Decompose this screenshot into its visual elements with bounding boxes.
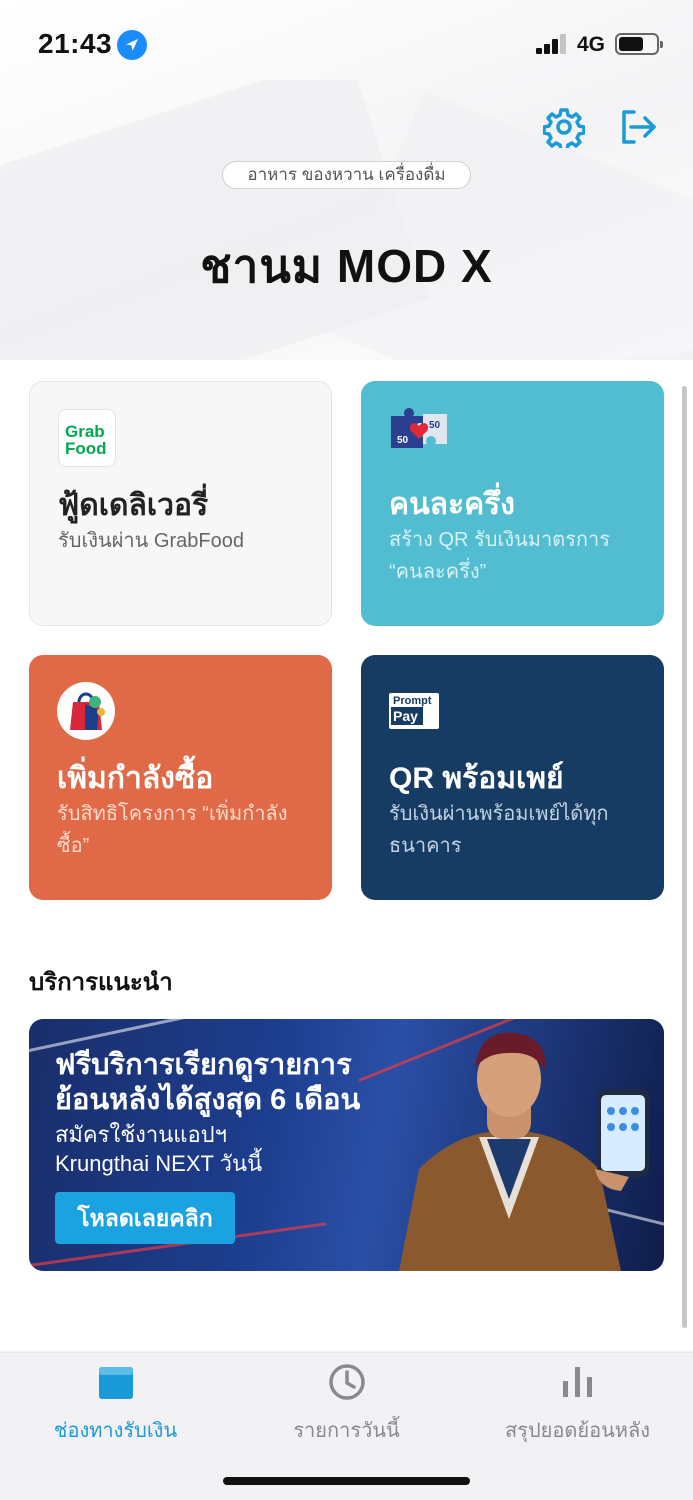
scrollbar[interactable] [682, 386, 687, 1328]
tab-label: สรุปยอดย้อนหลัง [505, 1420, 650, 1442]
promptpay-card[interactable]: Prompt Pay QR พร้อมเพย์ รับเงินผ่านพร้อม… [361, 655, 664, 900]
tab-today-transactions[interactable]: รายการวันนี้ [231, 1353, 462, 1453]
wallet-icon [97, 1363, 135, 1401]
logout-icon[interactable] [617, 106, 659, 148]
card-subtitle: รับเงินผ่านพร้อมเพย์ได้ทุกธนาคาร [389, 803, 609, 857]
svg-text:50: 50 [429, 420, 441, 431]
signal-strength-icon [536, 34, 568, 54]
banner-subtext: Krungthai NEXT วันนี้ [55, 1151, 263, 1176]
banner-download-button[interactable]: โหลดเลยคลิก [55, 1192, 235, 1244]
puzzle-heart-icon: 50 50 [389, 408, 447, 466]
card-title: ฟู้ดเดลิเวอรี่ [58, 489, 209, 522]
bar-chart-icon [559, 1363, 597, 1401]
shop-name: ชานม MOD X [200, 240, 493, 292]
card-title: เพิ่มกำลังซื้อ [57, 762, 214, 795]
card-subtitle: รับเงินผ่าน GrabFood [58, 530, 244, 552]
status-bar: 21:43 4G [0, 0, 693, 90]
tab-payment-channels[interactable]: ช่องทางรับเงิน [0, 1353, 231, 1453]
tab-history-summary[interactable]: สรุปยอดย้อนหลัง [462, 1353, 693, 1453]
recommended-services-title: บริการแนะนำ [29, 969, 173, 996]
promptpay-logo-icon: Prompt Pay [389, 693, 439, 729]
svg-text:50: 50 [397, 435, 409, 446]
purchasing-power-card[interactable]: เพิ่มกำลังซื้อ รับสิทธิโครงการ “เพิ่มกำล… [29, 655, 332, 900]
tab-label: รายการวันนี้ [293, 1420, 400, 1442]
home-indicator[interactable] [223, 1477, 470, 1485]
promo-banner[interactable]: ฟรีบริการเรียกดูรายการ ย้อนหลังได้สูงสุด… [29, 1019, 664, 1271]
clock-icon [328, 1363, 366, 1401]
card-subtitle: สร้าง QR รับเงินมาตรการ “คนละครึ่ง” [389, 529, 610, 583]
shop-category-chip: อาหาร ของหวาน เครื่องดื่ม [222, 161, 471, 189]
card-title: QR พร้อมเพย์ [389, 762, 564, 795]
grabfood-logo-icon: Grab Food [58, 409, 116, 467]
half-half-card[interactable]: 50 50 คนละครึ่ง สร้าง QR รับเงินมาตรการ … [361, 381, 664, 626]
card-title: คนละครึ่ง [389, 488, 515, 521]
banner-presenter-image [359, 1019, 664, 1271]
header-decoration [0, 80, 693, 365]
status-time: 21:43 [38, 28, 113, 59]
location-arrow-icon [117, 30, 147, 60]
network-type: 4G [577, 33, 606, 56]
banner-headline: ย้อนหลังได้สูงสุด 6 เดือน [55, 1084, 361, 1116]
battery-icon [615, 33, 663, 55]
shopping-bag-icon [57, 682, 115, 740]
settings-gear-icon[interactable] [542, 106, 586, 152]
tab-label: ช่องทางรับเงิน [53, 1420, 178, 1442]
grabfood-card[interactable]: Grab Food ฟู้ดเดลิเวอรี่ รับเงินผ่าน Gra… [29, 381, 332, 626]
card-subtitle: รับสิทธิโครงการ “เพิ่มกำลังซื้อ” [57, 803, 288, 857]
